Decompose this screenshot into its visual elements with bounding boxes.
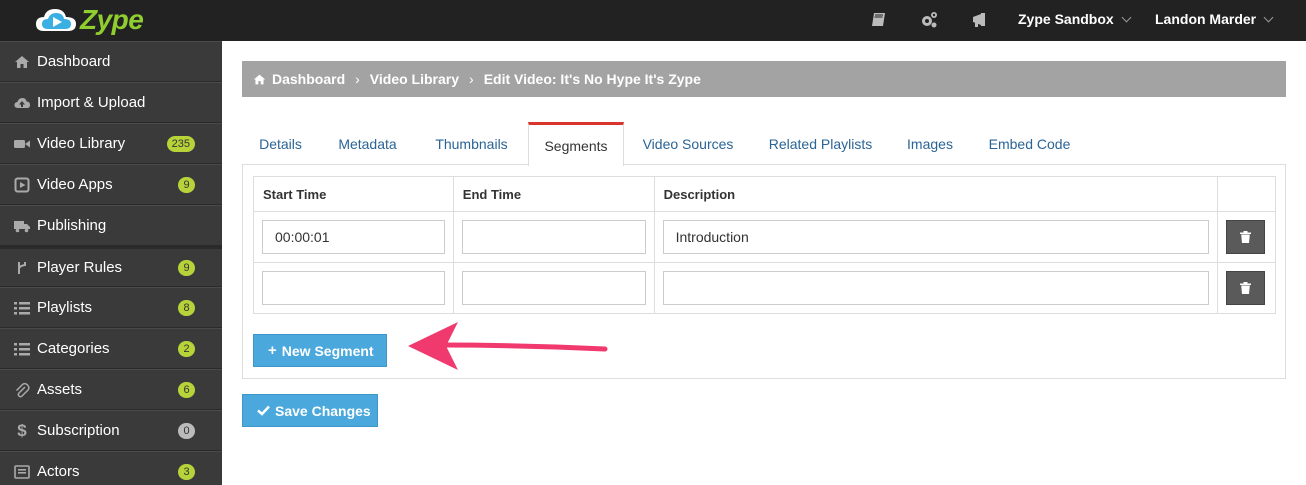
account-dropdown[interactable]: Zype Sandbox bbox=[1018, 11, 1132, 27]
paperclip-icon bbox=[15, 382, 30, 397]
column-header-description: Description bbox=[653, 176, 1218, 212]
sidebar-item-categories[interactable]: Categories 2 bbox=[0, 328, 222, 369]
start-time-input[interactable] bbox=[262, 271, 445, 305]
breadcrumb: Dashboard › Video Library › Edit Video: … bbox=[242, 61, 1286, 97]
sidebar-item-video-library[interactable]: Video Library 235 bbox=[0, 123, 222, 164]
tab-details[interactable]: Details bbox=[242, 122, 319, 165]
column-header-start-time: Start Time bbox=[253, 176, 454, 212]
user-name: Landon Marder bbox=[1155, 11, 1257, 27]
chevron-right-icon: › bbox=[355, 71, 360, 87]
sidebar-item-video-apps[interactable]: Video Apps 9 bbox=[0, 164, 222, 205]
end-time-input[interactable] bbox=[461, 271, 646, 305]
home-icon bbox=[253, 74, 266, 84]
save-changes-button[interactable]: Save Changes bbox=[242, 394, 378, 427]
sidebar-item-label: Import & Upload bbox=[37, 94, 146, 111]
count-badge: 2 bbox=[178, 340, 195, 357]
checkmark-icon bbox=[257, 405, 270, 416]
tab-related-playlists[interactable]: Related Playlists bbox=[751, 122, 890, 165]
plus-icon: + bbox=[268, 342, 277, 359]
sidebar-item-label: Actors bbox=[37, 463, 80, 480]
column-header-end-time: End Time bbox=[452, 176, 655, 212]
code-fork-icon bbox=[18, 261, 26, 274]
sidebar-item-dashboard[interactable]: Dashboard bbox=[0, 41, 222, 82]
breadcrumb-video-library-link[interactable]: Video Library bbox=[370, 71, 459, 87]
sidebar-item-subscription[interactable]: $ Subscription 0 bbox=[0, 410, 222, 451]
account-name: Zype Sandbox bbox=[1018, 11, 1114, 27]
sidebar-item-playlists[interactable]: Playlists 8 bbox=[0, 287, 222, 328]
trash-icon bbox=[1239, 282, 1251, 294]
tab-images[interactable]: Images bbox=[890, 122, 970, 165]
count-badge: 9 bbox=[178, 259, 195, 276]
video-edit-tabs: Details Metadata Thumbnails Segments Vid… bbox=[242, 122, 1286, 166]
count-badge: 0 bbox=[178, 422, 195, 439]
book-icon[interactable] bbox=[870, 11, 888, 29]
bullhorn-icon[interactable] bbox=[971, 11, 989, 29]
count-badge: 235 bbox=[166, 135, 195, 152]
sidebar-item-label: Assets bbox=[37, 381, 83, 398]
new-segment-label: New Segment bbox=[281, 342, 374, 359]
sidebar-item-publishing[interactable]: Publishing bbox=[0, 205, 222, 246]
list-icon bbox=[14, 301, 30, 314]
delete-segment-button[interactable] bbox=[1225, 220, 1265, 254]
sidebar-item-assets[interactable]: Assets 6 bbox=[0, 369, 222, 410]
breadcrumb-current-page: Edit Video: It's No Hype It's Zype bbox=[483, 71, 701, 87]
description-input[interactable] bbox=[662, 220, 1209, 254]
sidebar-item-player-rules[interactable]: Player Rules 9 bbox=[0, 246, 222, 287]
delete-segment-button[interactable] bbox=[1225, 271, 1265, 305]
cloud-upload-icon bbox=[14, 97, 30, 108]
sidebar-item-label: Publishing bbox=[37, 217, 107, 234]
tab-video-sources[interactable]: Video Sources bbox=[625, 122, 751, 165]
column-header-actions bbox=[1216, 176, 1277, 212]
cloud-play-icon bbox=[36, 9, 76, 31]
home-icon bbox=[15, 55, 29, 68]
sidebar-item-label: Player Rules bbox=[37, 259, 123, 276]
list-alt-icon bbox=[14, 464, 30, 479]
end-time-input[interactable] bbox=[461, 220, 646, 254]
sidebar-item-label: Video Apps bbox=[37, 176, 113, 193]
gears-icon[interactable] bbox=[920, 11, 938, 29]
zype-logo[interactable]: Zype bbox=[34, 4, 144, 36]
save-changes-label: Save Changes bbox=[275, 402, 371, 419]
trash-icon bbox=[1239, 231, 1251, 243]
sidebar-item-label: Categories bbox=[37, 340, 110, 357]
tab-thumbnails[interactable]: Thumbnails bbox=[416, 122, 527, 165]
list-icon bbox=[14, 342, 30, 355]
tab-metadata[interactable]: Metadata bbox=[319, 122, 416, 165]
table-row bbox=[253, 262, 1277, 314]
sidebar-item-label: Video Library bbox=[37, 135, 126, 152]
segments-panel: Start Time End Time Description 00:00:01… bbox=[242, 165, 1286, 379]
top-navbar: Zype Zype Sandbox Landon Marder bbox=[0, 0, 1306, 41]
sidebar-item-import-upload[interactable]: Import & Upload bbox=[0, 82, 222, 123]
logo-text: Zype bbox=[80, 4, 144, 35]
sidebar-item-actors[interactable]: Actors 3 bbox=[0, 451, 222, 485]
sidebar-item-label: Dashboard bbox=[37, 53, 111, 70]
description-input[interactable] bbox=[662, 271, 1209, 305]
count-badge: 3 bbox=[178, 463, 195, 480]
play-square-icon bbox=[14, 177, 30, 192]
table-header-row: Start Time End Time Description bbox=[253, 176, 1277, 212]
sidebar-item-label: Subscription bbox=[37, 422, 120, 439]
breadcrumb-dashboard-link[interactable]: Dashboard bbox=[272, 71, 345, 87]
count-badge: 9 bbox=[178, 176, 195, 193]
segments-table: Start Time End Time Description bbox=[253, 176, 1277, 314]
dollar-icon: $ bbox=[17, 420, 27, 440]
video-camera-icon bbox=[14, 139, 30, 148]
annotation-arrow-icon bbox=[408, 322, 608, 370]
start-time-input[interactable] bbox=[262, 220, 445, 254]
chevron-right-icon: › bbox=[469, 71, 474, 87]
chevron-down-icon bbox=[1121, 12, 1132, 22]
truck-icon bbox=[14, 220, 30, 232]
sidebar: Dashboard Import & Upload Video Library … bbox=[0, 41, 222, 485]
count-badge: 6 bbox=[178, 381, 195, 398]
table-row bbox=[253, 211, 1277, 263]
new-segment-button[interactable]: + New Segment bbox=[253, 334, 387, 367]
sidebar-item-label: Playlists bbox=[37, 299, 93, 316]
user-dropdown[interactable]: Landon Marder bbox=[1155, 11, 1274, 27]
chevron-down-icon bbox=[1263, 12, 1274, 22]
tab-embed-code[interactable]: Embed Code bbox=[970, 122, 1089, 165]
tab-segments[interactable]: Segments bbox=[528, 122, 624, 166]
count-badge: 8 bbox=[178, 299, 195, 316]
